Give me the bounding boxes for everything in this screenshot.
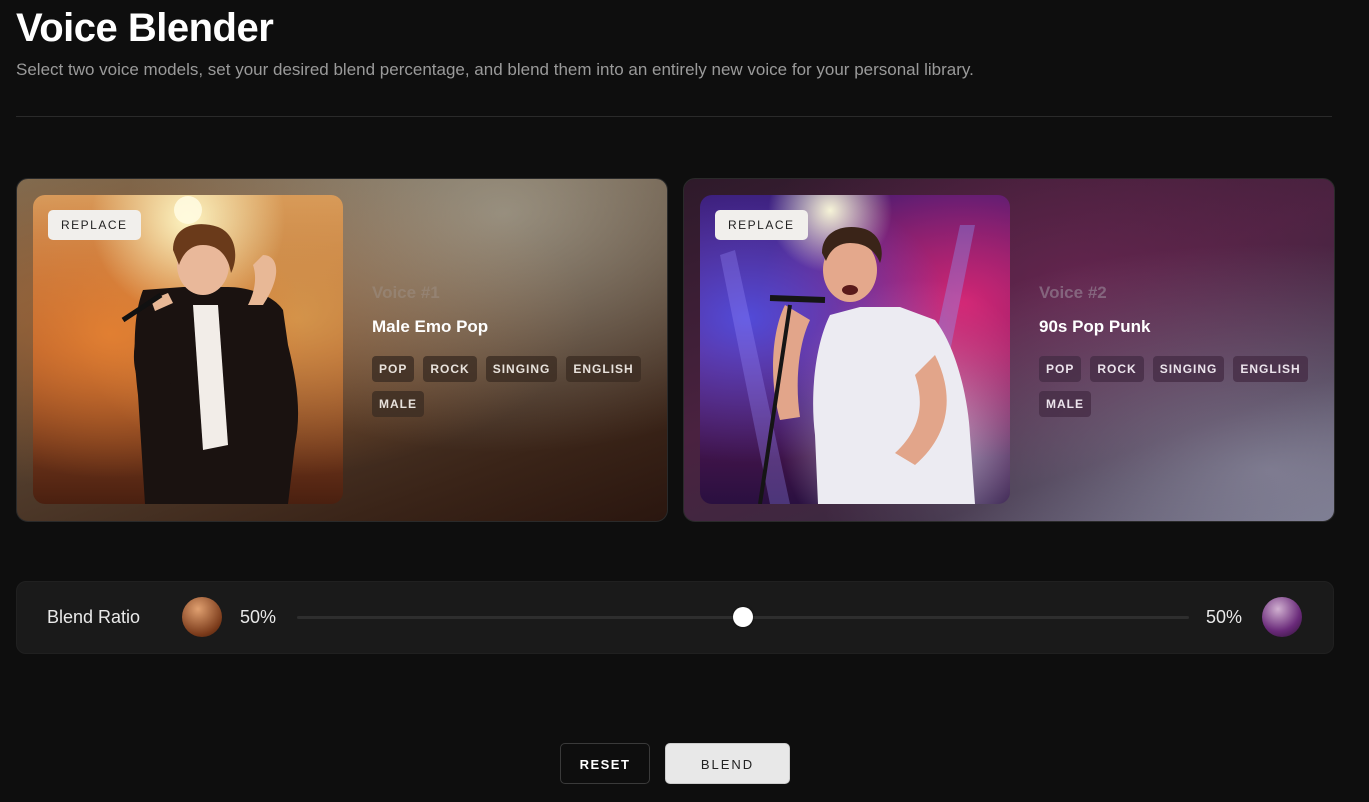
voice-2-avatar bbox=[1262, 597, 1302, 637]
voice-1-tags: POP ROCK SINGING ENGLISH MALE bbox=[372, 356, 662, 417]
voice-1-percent: 50% bbox=[240, 607, 277, 627]
reset-button[interactable]: RESET bbox=[560, 743, 650, 784]
singer-silhouette-icon bbox=[121, 196, 299, 504]
tag: ROCK bbox=[1090, 356, 1144, 382]
blend-slider-thumb[interactable] bbox=[733, 607, 753, 627]
tag: MALE bbox=[1039, 391, 1091, 417]
tag: SINGING bbox=[1152, 356, 1225, 382]
voice-2-label: Voice #2 bbox=[1039, 283, 1107, 302]
tag: ENGLISH bbox=[1233, 356, 1308, 382]
tag: ROCK bbox=[423, 356, 477, 382]
voice-1-info: Voice #1 Male Emo Pop POP ROCK SINGING E… bbox=[372, 283, 662, 417]
voice-2-info: Voice #2 90s Pop Punk POP ROCK SINGING E… bbox=[1039, 283, 1329, 417]
tag: POP bbox=[1039, 356, 1082, 382]
tag: SINGING bbox=[485, 356, 558, 382]
voice-2-name: 90s Pop Punk bbox=[1039, 317, 1151, 336]
voice-2-photo: REPLACE bbox=[700, 195, 1010, 504]
voice-1-label: Voice #1 bbox=[372, 283, 440, 302]
singer-silhouette-icon bbox=[720, 225, 975, 504]
blend-ratio-panel: Blend Ratio 50% 50% bbox=[16, 581, 1334, 654]
header-divider bbox=[16, 116, 1332, 117]
blend-ratio-label: Blend Ratio bbox=[47, 607, 141, 627]
page-title: Voice Blender bbox=[16, 6, 274, 50]
replace-voice-1-button[interactable]: REPLACE bbox=[48, 210, 141, 240]
voice-2-percent: 50% bbox=[1206, 607, 1243, 627]
replace-voice-2-button[interactable]: REPLACE bbox=[715, 210, 808, 240]
voice-card-1: REPLACE Voice #1 Male Emo Pop POP ROCK S… bbox=[16, 178, 668, 522]
voice-1-name: Male Emo Pop bbox=[372, 317, 489, 336]
voice-1-avatar bbox=[182, 597, 222, 637]
tag: ENGLISH bbox=[566, 356, 641, 382]
blend-button[interactable]: BLEND bbox=[665, 743, 790, 784]
voice-card-2: REPLACE Voice #2 90s Pop Punk POP ROCK S… bbox=[683, 178, 1335, 522]
voice-2-tags: POP ROCK SINGING ENGLISH MALE bbox=[1039, 356, 1329, 417]
tag: POP bbox=[372, 356, 415, 382]
tag: MALE bbox=[372, 391, 424, 417]
page-subtitle: Select two voice models, set your desire… bbox=[16, 60, 974, 79]
voice-1-photo: REPLACE bbox=[33, 195, 343, 504]
